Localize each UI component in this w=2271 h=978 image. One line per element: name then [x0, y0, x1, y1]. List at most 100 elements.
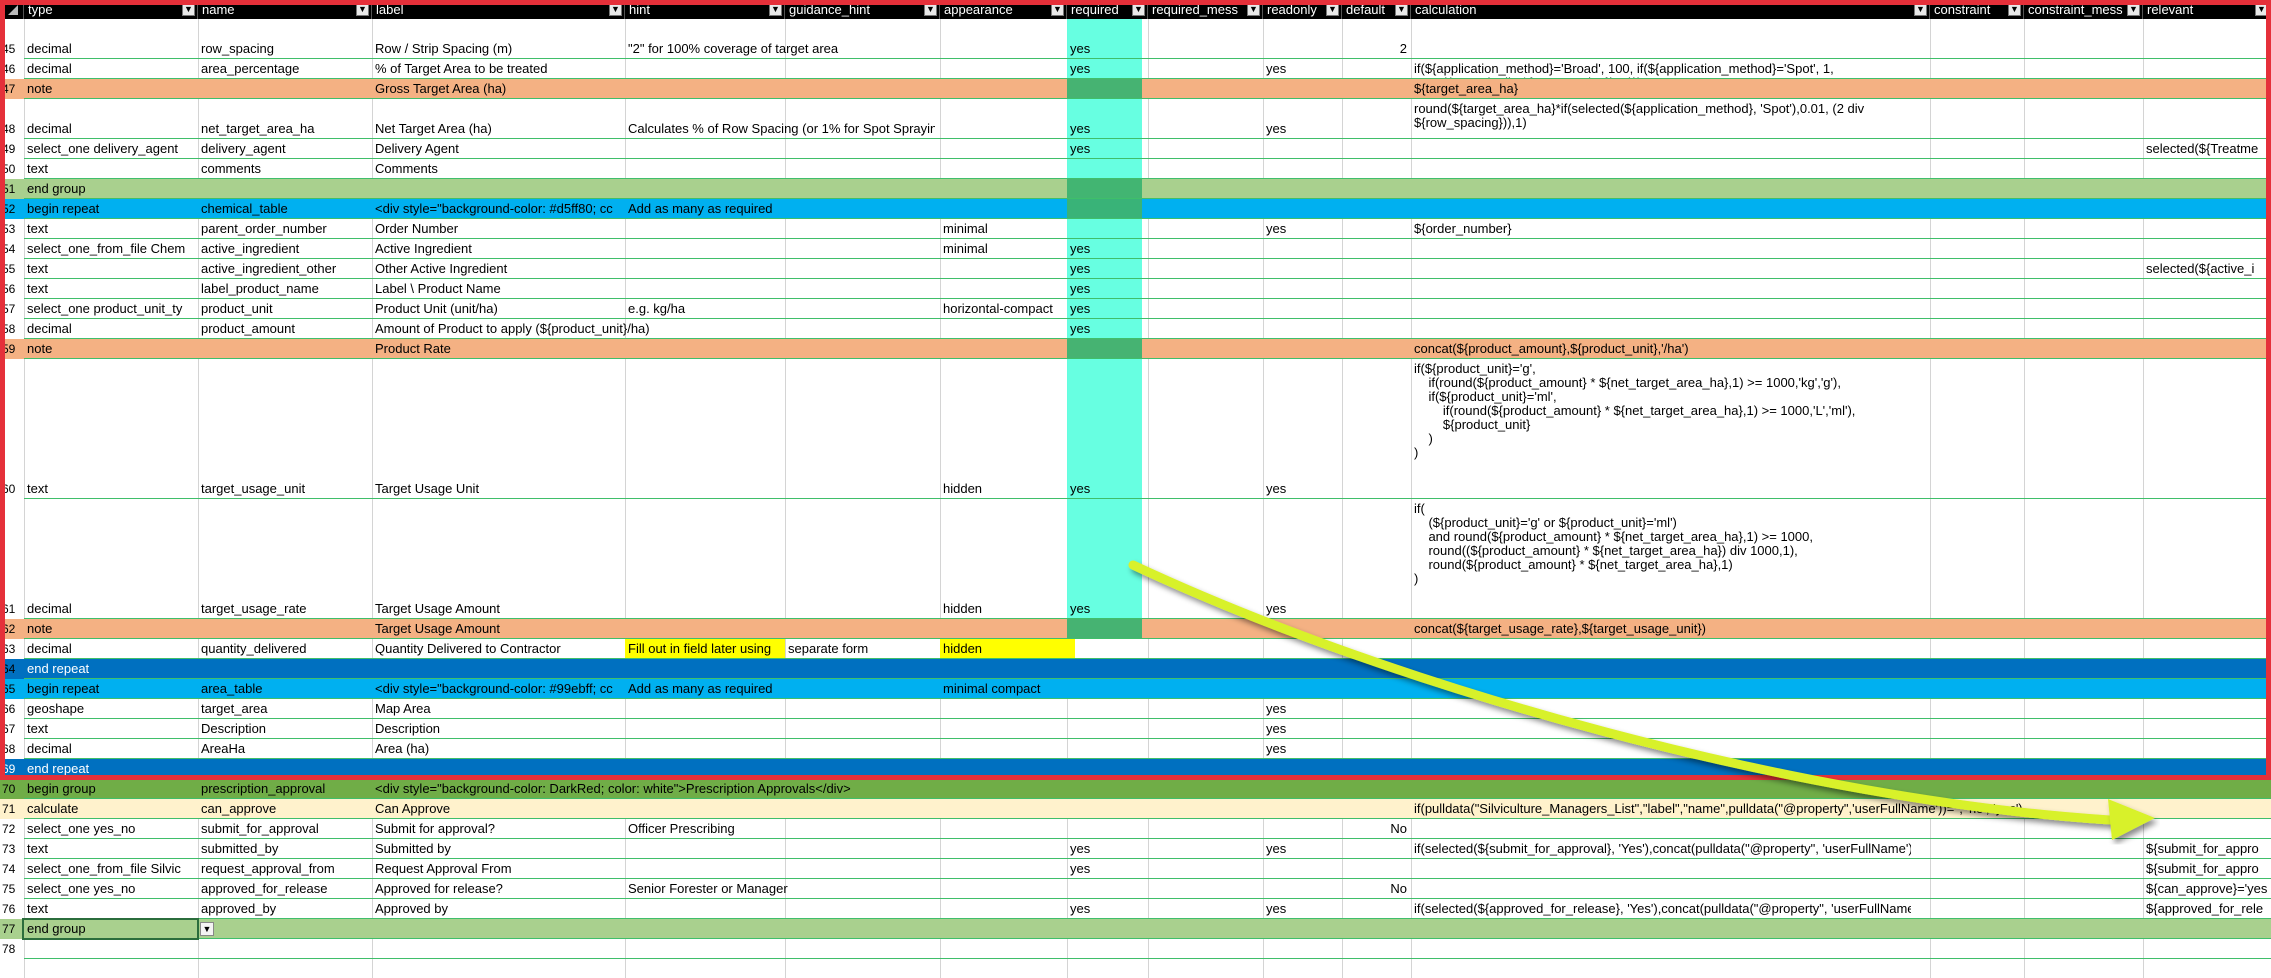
cell-required[interactable]: yes [1067, 139, 1148, 159]
cell-type[interactable]: decimal [24, 639, 198, 659]
cell-label[interactable]: Delivery Agent [372, 139, 932, 159]
row-number[interactable]: 75 [0, 879, 24, 899]
cell-appearance[interactable]: horizontal-compact [940, 299, 1067, 319]
filter-dropdown-icon[interactable]: ▼ [1914, 3, 1927, 16]
cell-type[interactable]: end repeat [24, 659, 198, 679]
column-header-hint[interactable]: hint ▼ [625, 0, 785, 19]
cell-required[interactable]: yes [1067, 839, 1148, 859]
cell-readonly[interactable]: yes [1263, 899, 1342, 919]
cell-name[interactable]: product_amount [198, 319, 372, 339]
column-header-constraint[interactable]: constraint ▼ [1930, 0, 2024, 19]
cell-name[interactable]: approved_for_release [198, 879, 372, 899]
cell-name[interactable]: target_area [198, 699, 372, 719]
row-number[interactable]: 55 [0, 259, 24, 279]
filter-dropdown-icon[interactable]: ▼ [1051, 3, 1064, 16]
cell-type[interactable]: decimal [24, 499, 198, 619]
cell-hint[interactable]: e.g. kg/ha [625, 299, 785, 319]
cell-hint[interactable]: Officer Prescribing [625, 819, 935, 839]
row-number[interactable]: 57 [0, 299, 24, 319]
row-number[interactable]: 70 [0, 779, 24, 799]
row-number[interactable]: 68 [0, 739, 24, 759]
filter-dropdown-icon[interactable]: ▼ [2008, 3, 2021, 16]
cell-name[interactable]: parent_order_number [198, 219, 372, 239]
column-header-relevant[interactable]: relevant ▼ [2143, 0, 2271, 19]
cell-readonly[interactable]: yes [1263, 499, 1342, 619]
cell-readonly[interactable]: yes [1263, 739, 1342, 759]
cell-label[interactable]: Comments [372, 159, 932, 179]
cell-name[interactable]: product_unit [198, 299, 372, 319]
cell-type[interactable]: decimal [24, 59, 198, 79]
cell-type[interactable]: select_one yes_no [24, 819, 198, 839]
cell-relevant[interactable]: selected(${Treatme [2143, 139, 2271, 159]
cell-name[interactable]: quantity_delivered [198, 639, 372, 659]
cell-type[interactable]: end group [24, 179, 198, 199]
row-number[interactable]: 71 [0, 799, 24, 819]
cell-label[interactable]: Active Ingredient [372, 239, 932, 259]
filter-dropdown-icon[interactable]: ▼ [1132, 3, 1145, 16]
cell-name[interactable]: approved_by [198, 899, 372, 919]
column-header-type[interactable]: type ▼ [24, 0, 198, 19]
row-number[interactable]: 62 [0, 619, 24, 639]
cell-hint[interactable]: Calculates % of Row Spacing (or 1% for S… [625, 99, 935, 139]
cell-type[interactable]: select_one yes_no [24, 879, 198, 899]
row-number[interactable]: 77 [0, 919, 24, 939]
cell-label[interactable]: Amount of Product to apply (${product_un… [372, 319, 932, 339]
column-header-default[interactable]: default ▼ [1342, 0, 1411, 19]
filter-dropdown-icon[interactable]: ▼ [2127, 3, 2140, 16]
cell-label[interactable]: Label \ Product Name [372, 279, 932, 299]
column-header-appearance[interactable]: appearance ▼ [940, 0, 1067, 19]
filter-dropdown-icon[interactable]: ▼ [924, 3, 937, 16]
cell-readonly[interactable]: yes [1263, 719, 1342, 739]
cell-calculation[interactable]: if(${application_method}='Broad', 100, i… [1411, 59, 2271, 80]
cell-label[interactable]: Gross Target Area (ha) [372, 79, 932, 99]
column-header-required[interactable]: required ▼ [1067, 0, 1148, 19]
cell-appearance[interactable]: minimal [940, 219, 1067, 239]
cell-required[interactable]: yes [1067, 319, 1148, 339]
row-number[interactable]: 61 [0, 499, 24, 619]
filter-dropdown-icon[interactable]: ▼ [356, 3, 369, 16]
cell-dropdown-icon[interactable]: ▼ [200, 922, 214, 936]
cell-type[interactable]: select_one delivery_agent [24, 139, 198, 159]
cell-required[interactable]: yes [1067, 259, 1148, 279]
row-number[interactable]: 65 [0, 679, 24, 699]
row-number[interactable]: 54 [0, 239, 24, 259]
cell-name[interactable]: active_ingredient [198, 239, 372, 259]
cell-required[interactable]: yes [1067, 19, 1148, 59]
row-number[interactable]: 53 [0, 219, 24, 239]
cell-type[interactable]: text [24, 359, 198, 499]
cell-required[interactable]: yes [1067, 99, 1148, 139]
filter-dropdown-icon[interactable]: ▼ [769, 3, 782, 16]
cell-calculation[interactable]: if(pulldata("Silviculture_Managers_List"… [1411, 799, 2271, 819]
cell-type[interactable]: decimal [24, 19, 198, 59]
column-header-name[interactable]: name ▼ [198, 0, 372, 19]
cell-type[interactable]: select_one product_unit_ty [24, 299, 198, 319]
filter-dropdown-icon[interactable]: ▼ [2255, 3, 2268, 16]
column-header-label[interactable]: label ▼ [372, 0, 625, 19]
cell-label[interactable]: Target Usage Amount [372, 499, 932, 619]
cell-calculation[interactable]: ${target_area_ha} [1411, 79, 2271, 99]
cell-name[interactable]: comments [198, 159, 372, 179]
column-header-calculation[interactable]: calculation ▼ [1411, 0, 1930, 19]
row-number[interactable]: 48 [0, 99, 24, 139]
cell-name[interactable]: area_table [198, 679, 372, 699]
column-header-readonly[interactable]: readonly ▼ [1263, 0, 1342, 19]
cell-label[interactable]: <div style="background-color: DarkRed; c… [372, 779, 932, 799]
cell-name[interactable]: net_target_area_ha [198, 99, 372, 139]
cell-required[interactable]: yes [1067, 499, 1148, 619]
cell-readonly[interactable]: yes [1263, 839, 1342, 859]
column-header-guidance-hint[interactable]: guidance_hint ▼ [785, 0, 940, 19]
cell-name[interactable]: Description [198, 719, 372, 739]
row-number[interactable]: 76 [0, 899, 24, 919]
cell-label[interactable]: Target Usage Amount [372, 619, 932, 639]
cell-name[interactable]: submitted_by [198, 839, 372, 859]
row-number[interactable]: 58 [0, 319, 24, 339]
cell-name[interactable]: can_approve [198, 799, 372, 819]
cell-name[interactable]: submit_for_approval [198, 819, 372, 839]
cell-relevant[interactable]: ${approved_for_rele [2143, 899, 2271, 919]
cell-label[interactable]: % of Target Area to be treated [372, 59, 932, 79]
cell-readonly[interactable]: yes [1263, 99, 1342, 139]
cell-type[interactable]: geoshape [24, 699, 198, 719]
cell-calculation[interactable]: ${order_number} [1411, 219, 2271, 239]
cell-name[interactable]: area_percentage [198, 59, 372, 79]
cell-required[interactable]: yes [1067, 59, 1148, 79]
